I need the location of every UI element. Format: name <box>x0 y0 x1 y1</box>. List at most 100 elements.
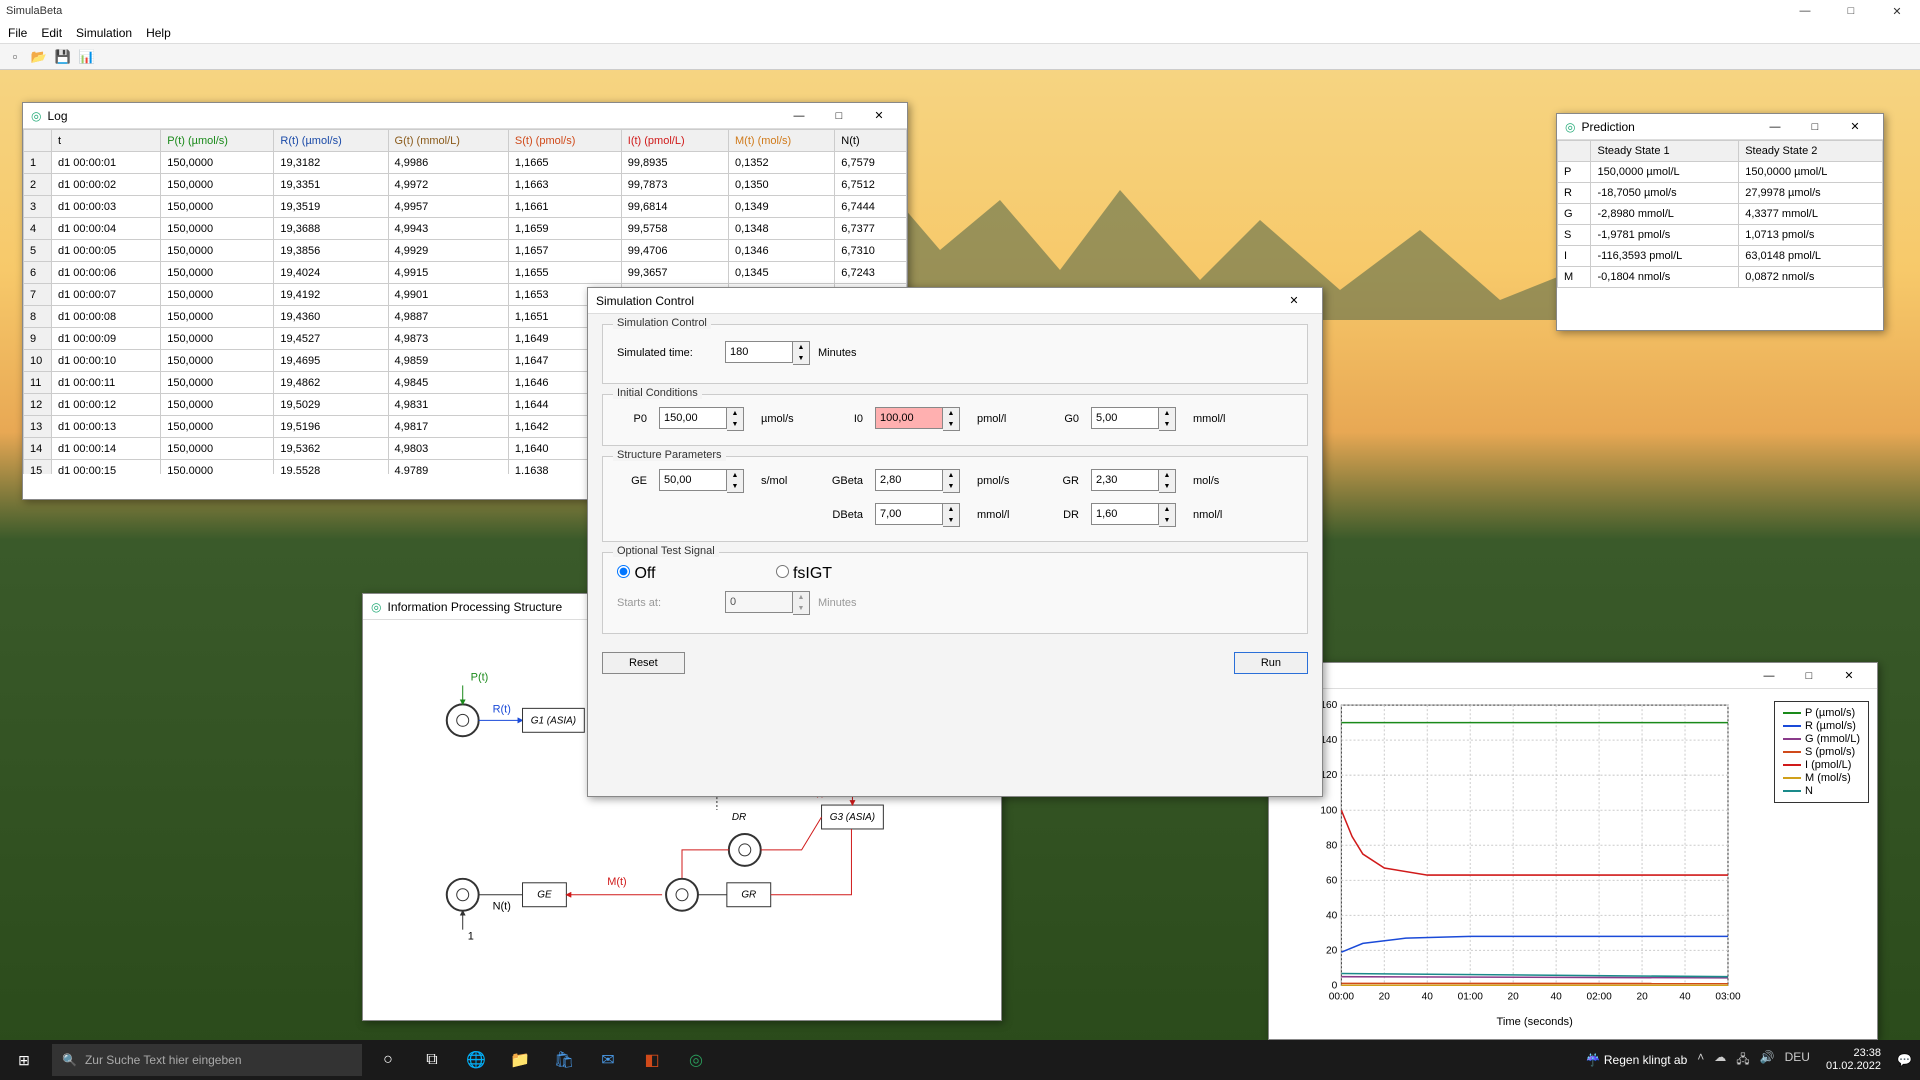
tray-language-icon[interactable]: DEU <box>1785 1050 1810 1071</box>
weather-widget[interactable]: ☔ Regen klingt ab <box>1586 1053 1688 1067</box>
tray-network-icon[interactable]: 🖧 <box>1736 1050 1749 1071</box>
tray-volume-icon[interactable]: 🔊 <box>1760 1050 1775 1071</box>
cortana-icon[interactable]: ○ <box>366 1040 410 1080</box>
pred-header[interactable]: Steady State 2 <box>1739 141 1883 162</box>
app-maximize-button[interactable]: □ <box>1828 0 1874 22</box>
spin-up-icon[interactable]: ▲ <box>943 408 959 419</box>
open-file-icon[interactable]: 📂 <box>30 48 48 66</box>
svg-text:1: 1 <box>468 931 474 943</box>
svg-text:N(t): N(t) <box>493 901 511 913</box>
reset-button[interactable]: Reset <box>602 652 685 674</box>
menu-edit[interactable]: Edit <box>41 26 62 40</box>
table-row[interactable]: 5d1 00:00:05150,000019,38564,99291,16579… <box>24 240 907 262</box>
chart-maximize-button[interactable]: □ <box>1789 665 1829 687</box>
spin-down-icon[interactable]: ▼ <box>727 419 743 430</box>
log-header[interactable]: G(t) (mmol/L) <box>388 130 508 152</box>
ge-input[interactable] <box>659 469 727 491</box>
spin-down-icon[interactable]: ▼ <box>1159 515 1175 526</box>
office-icon[interactable]: ◧ <box>630 1040 674 1080</box>
taskbar-clock[interactable]: 23:3801.02.2022 <box>1820 1047 1887 1073</box>
explorer-icon[interactable]: 📁 <box>498 1040 542 1080</box>
p0-input[interactable] <box>659 407 727 429</box>
chart-close-button[interactable]: ✕ <box>1829 665 1869 687</box>
log-close-button[interactable]: ✕ <box>859 105 899 127</box>
svg-text:20: 20 <box>1508 992 1520 1003</box>
tray-onedrive-icon[interactable]: ☁ <box>1714 1050 1726 1071</box>
prediction-close-button[interactable]: ✕ <box>1835 116 1875 138</box>
save-icon[interactable]: 💾 <box>54 48 72 66</box>
log-header[interactable]: M(t) (mol/s) <box>729 130 835 152</box>
table-row[interactable]: 6d1 00:00:06150,000019,40244,99151,16559… <box>24 262 907 284</box>
g0-input[interactable] <box>1091 407 1159 429</box>
dbeta-input[interactable] <box>875 503 943 525</box>
table-row[interactable]: R-18,7050 µmol/s27,9978 µmol/s <box>1558 183 1883 204</box>
spin-down-icon[interactable]: ▼ <box>727 481 743 492</box>
log-header[interactable]: P(t) (µmol/s) <box>161 130 274 152</box>
log-maximize-button[interactable]: □ <box>819 105 859 127</box>
menu-file[interactable]: File <box>8 26 27 40</box>
prediction-minimize-button[interactable]: — <box>1755 116 1795 138</box>
starts-at-label: Starts at: <box>617 597 717 609</box>
radio-off[interactable]: Off <box>617 565 656 583</box>
dr-input[interactable] <box>1091 503 1159 525</box>
log-header[interactable]: R(t) (µmol/s) <box>274 130 388 152</box>
table-row[interactable]: 4d1 00:00:04150,000019,36884,99431,16599… <box>24 218 907 240</box>
spin-up-icon[interactable]: ▲ <box>943 504 959 515</box>
log-header[interactable]: t <box>52 130 161 152</box>
spin-up-icon[interactable]: ▲ <box>1159 408 1175 419</box>
chart-minimize-button[interactable]: — <box>1749 665 1789 687</box>
table-row[interactable]: M-0,1804 nmol/s0,0872 nmol/s <box>1558 267 1883 288</box>
table-row[interactable]: 2d1 00:00:02150,000019,33514,99721,16639… <box>24 174 907 196</box>
spin-down-icon[interactable]: ▼ <box>943 481 959 492</box>
svg-text:GE: GE <box>537 890 552 901</box>
spin-down-icon[interactable]: ▼ <box>793 353 809 364</box>
store-icon[interactable]: 🛍 <box>542 1040 586 1080</box>
log-minimize-button[interactable]: — <box>779 105 819 127</box>
log-header[interactable]: S(t) (pmol/s) <box>508 130 621 152</box>
edge-icon[interactable]: 🌐 <box>454 1040 498 1080</box>
gbeta-input[interactable] <box>875 469 943 491</box>
spin-down-icon[interactable]: ▼ <box>1159 481 1175 492</box>
chart-icon[interactable]: 📊 <box>78 48 96 66</box>
i0-input[interactable] <box>875 407 943 429</box>
spin-down-icon[interactable]: ▼ <box>943 419 959 430</box>
spin-up-icon[interactable]: ▲ <box>727 408 743 419</box>
app-icon[interactable]: ◎ <box>674 1040 718 1080</box>
simctl-close-button[interactable]: ✕ <box>1274 290 1314 312</box>
table-row[interactable]: P150,0000 µmol/L150,0000 µmol/L <box>1558 162 1883 183</box>
table-row[interactable]: 3d1 00:00:03150,000019,35194,99571,16619… <box>24 196 907 218</box>
spin-down-icon[interactable]: ▼ <box>943 515 959 526</box>
spin-up-icon[interactable]: ▲ <box>793 342 809 353</box>
pred-header[interactable] <box>1558 141 1591 162</box>
log-header[interactable] <box>24 130 52 152</box>
task-view-icon[interactable]: ⧉ <box>410 1040 454 1080</box>
pred-header[interactable]: Steady State 1 <box>1591 141 1739 162</box>
menu-simulation[interactable]: Simulation <box>76 26 132 40</box>
new-file-icon[interactable]: ▫ <box>6 48 24 66</box>
spin-down-icon[interactable]: ▼ <box>1159 419 1175 430</box>
spin-up-icon[interactable]: ▲ <box>943 470 959 481</box>
table-row[interactable]: G-2,8980 mmol/L4,3377 mmol/L <box>1558 204 1883 225</box>
simulated-time-input[interactable] <box>725 341 793 363</box>
spin-up-icon[interactable]: ▲ <box>1159 504 1175 515</box>
taskbar-search[interactable]: 🔍 Zur Suche Text hier eingeben <box>52 1044 362 1076</box>
spin-up-icon[interactable]: ▲ <box>727 470 743 481</box>
gr-input[interactable] <box>1091 469 1159 491</box>
tray-chevron-icon[interactable]: ˄ <box>1697 1050 1704 1071</box>
menu-help[interactable]: Help <box>146 26 171 40</box>
app-minimize-button[interactable]: — <box>1782 0 1828 22</box>
mail-icon[interactable]: ✉ <box>586 1040 630 1080</box>
table-row[interactable]: I-116,3593 pmol/L63,0148 pmol/L <box>1558 246 1883 267</box>
app-close-button[interactable]: ✕ <box>1874 0 1920 22</box>
prediction-maximize-button[interactable]: □ <box>1795 116 1835 138</box>
radio-fsigt[interactable]: fsIGT <box>776 565 833 583</box>
spin-up-icon[interactable]: ▲ <box>1159 470 1175 481</box>
notifications-icon[interactable]: 💬 <box>1897 1053 1912 1067</box>
run-button[interactable]: Run <box>1234 652 1308 674</box>
table-row[interactable]: S-1,9781 pmol/s1,0713 pmol/s <box>1558 225 1883 246</box>
table-row[interactable]: 1d1 00:00:01150,000019,31824,99861,16659… <box>24 152 907 174</box>
log-header[interactable]: N(t) <box>835 130 907 152</box>
start-button[interactable]: ⊞ <box>0 1040 48 1080</box>
log-header[interactable]: I(t) (pmol/L) <box>621 130 728 152</box>
prediction-table-container[interactable]: Steady State 1Steady State 2P150,0000 µm… <box>1557 140 1883 300</box>
